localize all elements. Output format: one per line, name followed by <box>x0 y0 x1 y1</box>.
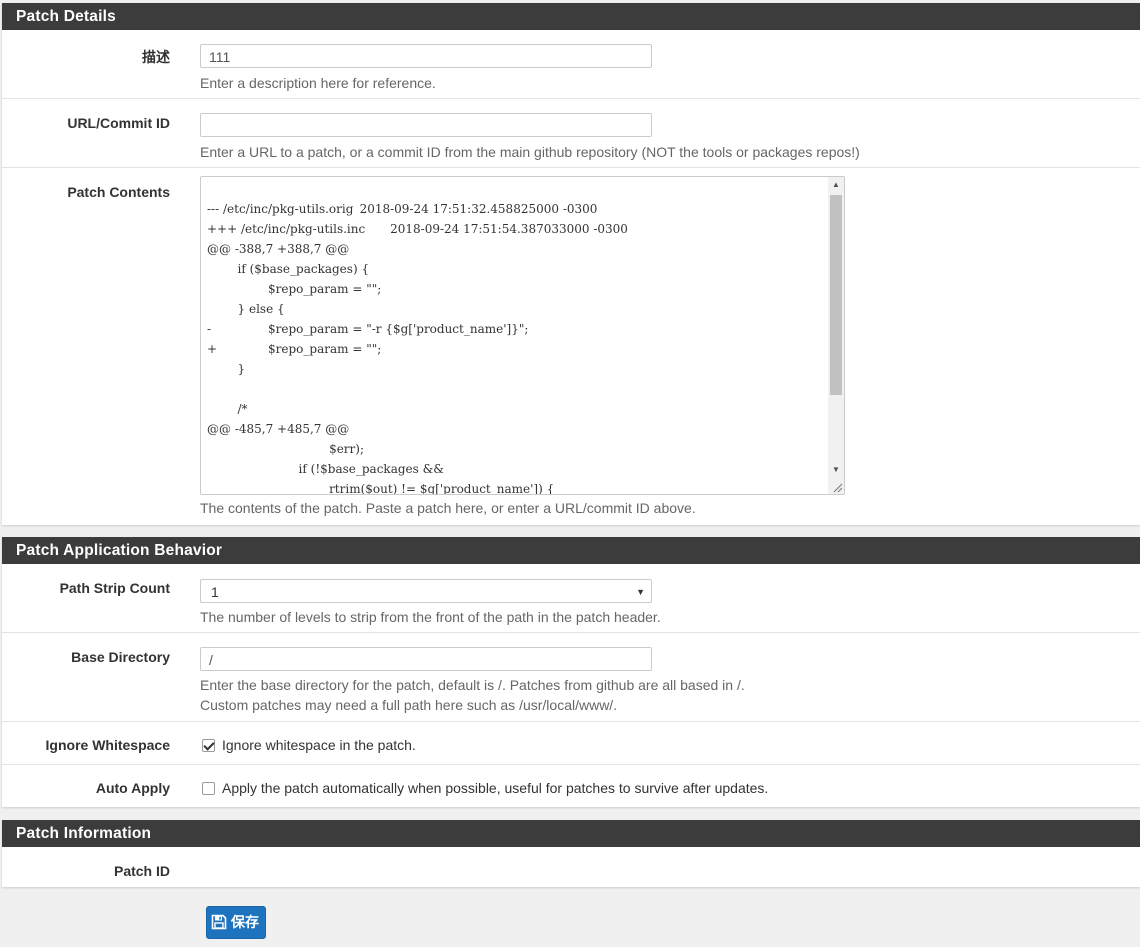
url-commit-help: Enter a URL to a patch, or a commit ID f… <box>200 144 860 160</box>
patch-id-label: Patch ID <box>113 863 170 879</box>
base-directory-row: Base Directory / Enter the base director… <box>2 633 1140 722</box>
path-strip-help: The number of levels to strip from the f… <box>200 609 661 625</box>
path-strip-value: 1 <box>211 584 219 600</box>
url-commit-row: URL/Commit ID Enter a URL to a patch, or… <box>2 99 1140 168</box>
path-strip-row: Path Strip Count 1 ▼ The number of level… <box>2 564 1140 633</box>
scroll-down-arrow-icon[interactable]: ▼ <box>828 462 844 478</box>
patch-details-heading: Patch Details <box>2 3 1140 30</box>
resize-grip-icon[interactable] <box>828 478 844 494</box>
description-input[interactable]: 111 <box>200 44 652 68</box>
auto-apply-control[interactable]: Apply the patch automatically when possi… <box>202 780 768 796</box>
chevron-down-icon: ▼ <box>636 587 645 597</box>
patch-contents-field: --- /etc/inc/pkg-utils.orig 2018-09-24 1… <box>200 176 845 518</box>
application-behavior-heading: Patch Application Behavior <box>2 537 1140 564</box>
patch-contents-code: --- /etc/inc/pkg-utils.orig 2018-09-24 1… <box>207 202 628 495</box>
description-label: 描述 <box>142 49 170 65</box>
patch-contents-row: Patch Contents --- /etc/inc/pkg-utils.or… <box>2 168 1140 525</box>
path-strip-label: Path Strip Count <box>59 580 170 596</box>
description-field: 111 Enter a description here for referen… <box>200 44 652 93</box>
patch-information-heading: Patch Information <box>2 820 1140 847</box>
base-directory-field: / Enter the base directory for the patch… <box>200 647 745 715</box>
save-button[interactable]: 保存 <box>206 906 266 939</box>
auto-apply-text: Apply the patch automatically when possi… <box>222 780 769 796</box>
application-behavior-panel: Patch Application Behavior Path Strip Co… <box>2 537 1140 807</box>
path-strip-select[interactable]: 1 ▼ <box>200 579 652 603</box>
ignore-whitespace-text: Ignore whitespace in the patch. <box>222 737 416 753</box>
auto-apply-checkbox[interactable] <box>202 782 215 795</box>
base-directory-help-2: Custom patches may need a full path here… <box>200 697 618 713</box>
description-help: Enter a description here for reference. <box>200 75 436 91</box>
save-button-label: 保存 <box>231 914 259 930</box>
description-row: 描述 111 Enter a description here for refe… <box>2 30 1140 99</box>
auto-apply-row: Auto Apply Apply the patch automatically… <box>2 765 1140 807</box>
patch-contents-help: The contents of the patch. Paste a patch… <box>200 500 696 516</box>
patch-information-panel: Patch Information Patch ID <box>2 820 1140 887</box>
base-directory-help-1: Enter the base directory for the patch, … <box>200 677 745 693</box>
patch-contents-scrollbar[interactable]: ▲ ▼ <box>828 177 844 478</box>
base-directory-input[interactable]: / <box>200 647 652 671</box>
ignore-whitespace-control[interactable]: Ignore whitespace in the patch. <box>202 737 416 753</box>
patch-contents-textarea[interactable]: --- /etc/inc/pkg-utils.orig 2018-09-24 1… <box>200 176 845 495</box>
auto-apply-label: Auto Apply <box>95 780 170 796</box>
patch-details-panel: Patch Details 描述 111 Enter a description… <box>2 3 1140 525</box>
base-directory-label: Base Directory <box>71 649 170 665</box>
ignore-whitespace-checkbox[interactable] <box>202 739 215 752</box>
url-commit-input[interactable] <box>200 113 652 137</box>
patch-id-row: Patch ID <box>2 847 1140 887</box>
ignore-whitespace-row: Ignore Whitespace Ignore whitespace in t… <box>2 722 1140 765</box>
save-icon <box>211 914 227 930</box>
path-strip-field: 1 ▼ The number of levels to strip from t… <box>200 579 661 627</box>
ignore-whitespace-label: Ignore Whitespace <box>45 737 170 753</box>
patch-contents-label: Patch Contents <box>67 184 170 200</box>
scroll-thumb[interactable] <box>830 195 842 395</box>
scroll-up-arrow-icon[interactable]: ▲ <box>828 177 844 193</box>
url-commit-field: Enter a URL to a patch, or a commit ID f… <box>200 113 860 162</box>
url-commit-label: URL/Commit ID <box>67 115 170 131</box>
